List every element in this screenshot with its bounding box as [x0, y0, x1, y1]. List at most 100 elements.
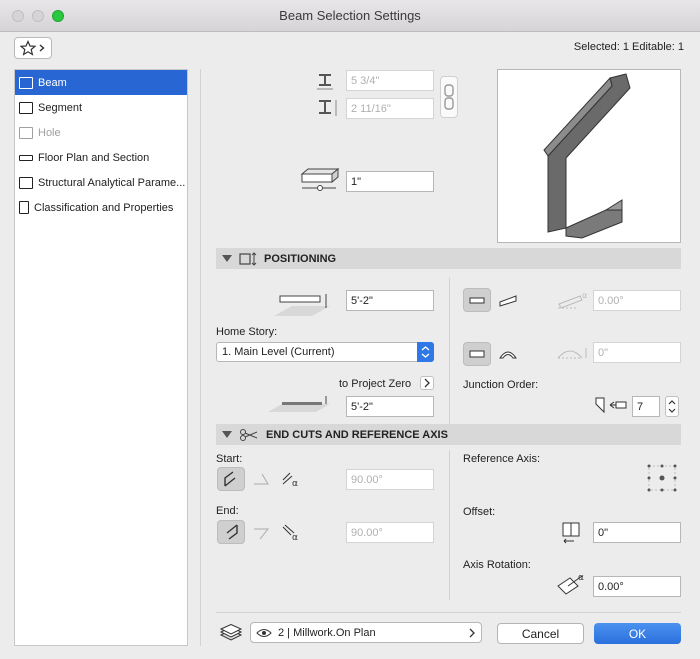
beam-preview — [497, 69, 681, 243]
axis-rotation-field[interactable] — [593, 576, 681, 597]
horizontal-cut-icon — [254, 473, 269, 485]
end-custom-angle-button[interactable]: α — [277, 520, 305, 544]
svg-text:α: α — [292, 479, 298, 488]
sidebar-item-label: Classification and Properties — [34, 201, 174, 214]
home-story-value: 1. Main Level (Current) — [222, 346, 335, 358]
horizontal-beam-button[interactable] — [463, 288, 491, 312]
start-vertical-cut-button[interactable] — [217, 467, 245, 491]
axis-rotation-icon: α — [557, 573, 584, 595]
sidebar-item-label: Beam — [38, 76, 67, 89]
end-horizontal-cut-button[interactable] — [247, 520, 275, 544]
home-story-select[interactable]: 1. Main Level (Current) — [216, 342, 434, 362]
select-arrow-icon — [417, 342, 434, 362]
offset-label: Offset: — [463, 506, 496, 518]
sidebar-item-segment[interactable]: Segment — [15, 95, 187, 120]
layer-select[interactable]: 2 | Millwork.On Plan — [250, 622, 482, 643]
floor-plan-icon — [19, 154, 33, 161]
sidebar-item-label: Floor Plan and Section — [38, 151, 150, 164]
custom-angle-icon: α — [282, 472, 298, 488]
sidebar-item-hole[interactable]: Hole — [15, 120, 187, 145]
selection-info: Selected: 1 Editable: 1 — [573, 41, 684, 53]
positioning-icon — [239, 251, 257, 266]
straight-beam-icon — [469, 350, 485, 358]
chain-link-icon — [444, 84, 454, 110]
start-angle-field[interactable] — [346, 469, 434, 490]
junction-order-stepper[interactable] — [665, 396, 679, 417]
start-label: Start: — [216, 453, 243, 465]
eye-icon — [256, 628, 272, 637]
start-horizontal-cut-button[interactable] — [247, 467, 275, 491]
slanted-beam-icon — [499, 295, 517, 307]
reference-axis-label: Reference Axis: — [463, 453, 541, 465]
axis-offset-icon — [562, 522, 580, 544]
curved-beam-button[interactable] — [494, 342, 522, 366]
junction-order-label: Junction Order: — [463, 379, 539, 391]
slant-angle-field[interactable] — [593, 290, 681, 311]
sidebar-item-label: Hole — [38, 126, 61, 139]
sidebar-item-structural[interactable]: Structural Analytical Parame... — [15, 170, 187, 195]
cancel-button[interactable]: Cancel — [497, 623, 584, 644]
end-angle-field[interactable] — [346, 522, 434, 543]
positioning-section-header[interactable]: POSITIONING — [216, 248, 681, 269]
sidebar-divider — [200, 69, 201, 646]
segment-icon — [19, 101, 33, 114]
end-vertical-cut-button[interactable] — [217, 520, 245, 544]
project-zero-icon — [268, 396, 330, 412]
stepper-arrows-icon — [668, 400, 676, 413]
collapse-triangle-icon — [222, 255, 232, 262]
layers-icon — [219, 624, 243, 641]
footer-divider — [216, 612, 681, 613]
svg-text:α: α — [582, 291, 587, 300]
window-title: Beam Selection Settings — [279, 8, 421, 23]
sidebar-item-floor-plan[interactable]: Floor Plan and Section — [15, 145, 187, 170]
beam-offset-field[interactable] — [346, 171, 434, 192]
project-zero-field[interactable] — [346, 396, 434, 417]
beam-width-field[interactable] — [346, 70, 434, 91]
sidebar-item-classification[interactable]: Classification and Properties — [15, 195, 187, 220]
sidebar-item-beam[interactable]: Beam — [15, 70, 187, 95]
chevron-right-icon — [469, 628, 475, 638]
positioning-title: POSITIONING — [264, 252, 337, 265]
axis-rotation-label: Axis Rotation: — [463, 559, 531, 571]
curve-height-field[interactable] — [593, 342, 681, 363]
sidebar-item-label: Segment — [38, 101, 83, 114]
slant-angle-icon: α — [558, 291, 587, 309]
end-cuts-title: END CUTS AND REFERENCE AXIS — [266, 428, 448, 441]
beam-height-field[interactable] — [346, 98, 434, 119]
favorites-button[interactable] — [14, 37, 52, 59]
axis-offset-field[interactable] — [593, 522, 681, 543]
svg-text:α: α — [292, 533, 298, 541]
elevation-field[interactable] — [346, 290, 434, 311]
chevron-right-icon — [39, 44, 45, 52]
scissors-icon — [240, 428, 258, 441]
horizontal-cut-icon — [254, 528, 270, 540]
project-zero-reference-button[interactable] — [420, 376, 434, 390]
end-cuts-section-header[interactable]: END CUTS AND REFERENCE AXIS — [216, 424, 681, 445]
structural-icon — [19, 176, 33, 189]
positioning-divider — [449, 278, 450, 424]
beam-3d-preview-icon — [543, 73, 631, 239]
straight-beam-button[interactable] — [463, 342, 491, 366]
slanted-beam-button[interactable] — [494, 288, 522, 312]
ok-button[interactable]: OK — [594, 623, 681, 644]
end-cuts-divider — [449, 450, 450, 600]
star-icon — [20, 40, 36, 56]
horizontal-beam-icon — [469, 297, 485, 304]
start-custom-angle-button[interactable]: α — [277, 467, 305, 491]
to-project-zero-label: to Project Zero — [339, 378, 412, 390]
sidebar: Beam Segment Hole Floor Plan and Section… — [14, 69, 188, 646]
vertical-cut-icon — [226, 524, 238, 540]
svg-text:α: α — [578, 573, 584, 583]
end-label: End: — [216, 505, 239, 517]
chain-link-button[interactable] — [440, 76, 458, 118]
hole-icon — [19, 126, 33, 139]
collapse-triangle-icon — [222, 431, 232, 438]
beam-height-icon — [319, 100, 337, 116]
beam-icon — [19, 76, 33, 89]
custom-angle-icon: α — [282, 524, 298, 541]
reference-axis-grid-icon[interactable] — [645, 462, 679, 494]
junction-order-field[interactable] — [632, 396, 660, 417]
curve-height-icon — [557, 348, 587, 359]
chevron-right-icon — [424, 378, 430, 388]
layer-name: 2 | Millwork.On Plan — [278, 626, 376, 639]
